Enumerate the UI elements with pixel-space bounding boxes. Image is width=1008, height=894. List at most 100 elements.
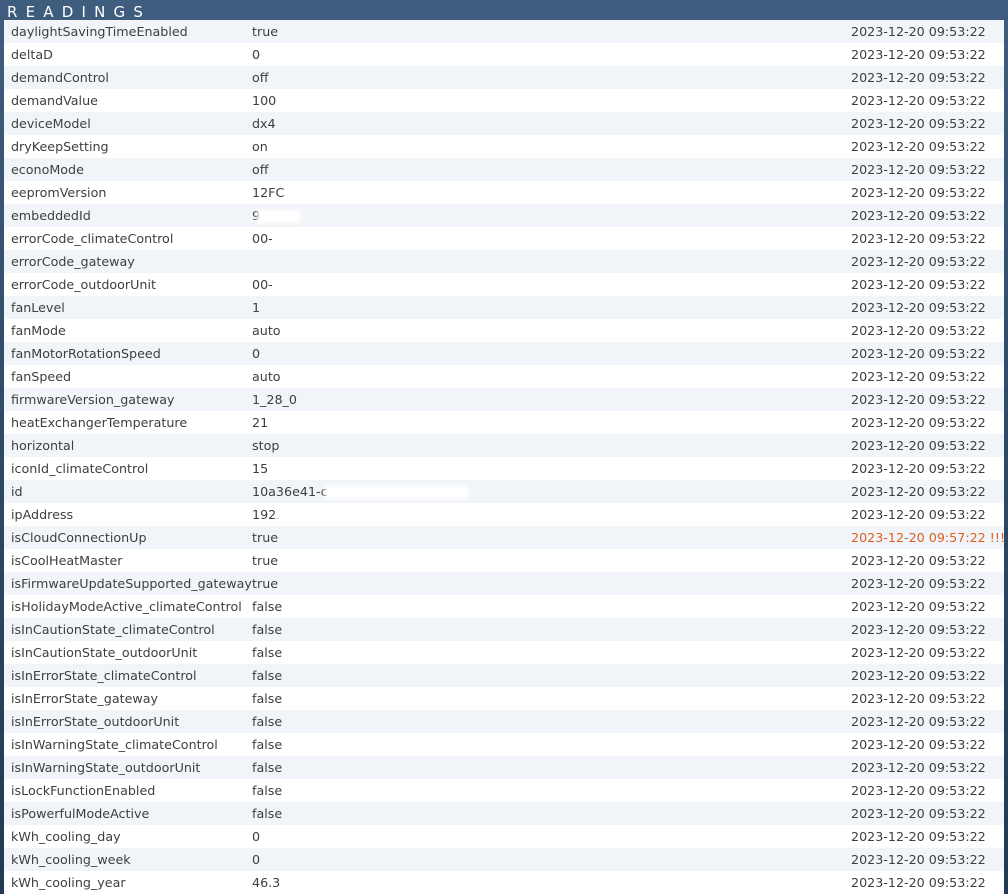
- reading-value-cell: dx4: [252, 112, 851, 135]
- table-row: isInCautionState_climateControl false 2023…: [4, 618, 1004, 641]
- reading-value-cell: 9: [252, 204, 851, 227]
- table-row: isPowerfulModeActive false 2023-12-20 09:5…: [4, 802, 1004, 825]
- reading-value-cell: 00-: [252, 227, 851, 250]
- table-row: id 10a36e41-c 2023-12-20 09:53:22: [4, 480, 1004, 503]
- reading-timestamp: 2023-12-20 09:53:22: [851, 710, 1004, 733]
- reading-value: false: [252, 645, 283, 660]
- reading-name: kWh_cooling_week: [4, 848, 252, 871]
- reading-timestamp: 2023-12-20 09:53:22: [851, 779, 1004, 802]
- reading-value-cell: 0: [252, 342, 851, 365]
- reading-value-cell: false: [252, 779, 851, 802]
- reading-timestamp: 2023-12-20 09:53:22: [851, 112, 1004, 135]
- reading-value-cell: 100: [252, 89, 851, 112]
- table-row: errorCode_outdoorUnit 00- 2023-12-20 09:53…: [4, 273, 1004, 296]
- reading-value: 46.3: [252, 875, 281, 890]
- reading-value: true: [252, 24, 279, 39]
- table-row: deltaD 0 2023-12-20 09:53:22: [4, 43, 1004, 66]
- table-row: isInCautionState_outdoorUnit false 2023-12…: [4, 641, 1004, 664]
- reading-timestamp: 2023-12-20 09:53:22: [851, 250, 1004, 273]
- reading-timestamp: 2023-12-20 09:53:22: [851, 135, 1004, 158]
- reading-timestamp: 2023-12-20 09:53:22: [851, 43, 1004, 66]
- reading-value: false: [252, 691, 283, 706]
- table-row: demandControl off 2023-12-20 09:53:22: [4, 66, 1004, 89]
- table-row: embeddedId 9 2023-12-20 09:53:22: [4, 204, 1004, 227]
- reading-timestamp: 2023-12-20 09:53:22: [851, 641, 1004, 664]
- table-row: isInErrorState_outdoorUnit false 2023-12-2…: [4, 710, 1004, 733]
- reading-name: errorCode_climateControl: [4, 227, 252, 250]
- reading-timestamp: 2023-12-20 09:53:22: [851, 89, 1004, 112]
- reading-value-cell: on: [252, 135, 851, 158]
- reading-timestamp: 2023-12-20 09:53:22: [851, 273, 1004, 296]
- reading-name: fanLevel: [4, 296, 252, 319]
- reading-timestamp-warning: 2023-12-20 09:57:22 !!!: [851, 526, 1004, 549]
- reading-value-cell: false: [252, 802, 851, 825]
- reading-name: eepromVersion: [4, 181, 252, 204]
- reading-value-cell: 21: [252, 411, 851, 434]
- reading-name: isInWarningState_outdoorUnit: [4, 756, 252, 779]
- reading-name: heatExchangerTemperature: [4, 411, 252, 434]
- reading-name: demandValue: [4, 89, 252, 112]
- table-row: kWh_cooling_day 0 2023-12-20 09:53:22: [4, 825, 1004, 848]
- reading-timestamp: 2023-12-20 09:53:22: [851, 756, 1004, 779]
- table-row: fanMode auto 2023-12-20 09:53:22: [4, 319, 1004, 342]
- reading-name: errorCode_gateway: [4, 250, 252, 273]
- reading-value: false: [252, 760, 283, 775]
- reading-value: dx4: [252, 116, 276, 131]
- reading-value-cell: false: [252, 733, 851, 756]
- reading-value-cell: off: [252, 66, 851, 89]
- reading-value-cell: false: [252, 710, 851, 733]
- reading-timestamp: 2023-12-20 09:53:22: [851, 664, 1004, 687]
- readings-panel: Readings daylightSavingTimeEnabled true 20…: [0, 0, 1008, 894]
- table-row: econoMode off 2023-12-20 09:53:22: [4, 158, 1004, 181]
- table-row: isInWarningState_outdoorUnit false 2023-12…: [4, 756, 1004, 779]
- reading-value-cell: true: [252, 549, 851, 572]
- reading-timestamp: 2023-12-20 09:53:22: [851, 296, 1004, 319]
- table-row: isInErrorState_climateControl false 2023-1…: [4, 664, 1004, 687]
- reading-timestamp: 2023-12-20 09:53:22: [851, 319, 1004, 342]
- reading-value-cell: 0: [252, 825, 851, 848]
- reading-timestamp: 2023-12-20 09:53:22: [851, 66, 1004, 89]
- reading-name: dryKeepSetting: [4, 135, 252, 158]
- readings-header: Readings: [0, 0, 1008, 21]
- reading-name: isPowerfulModeActive: [4, 802, 252, 825]
- reading-value: 00-: [252, 277, 273, 292]
- reading-value-cell: 00-: [252, 273, 851, 296]
- reading-name: id: [4, 480, 252, 503]
- reading-value-cell: 15: [252, 457, 851, 480]
- reading-name: isInErrorState_gateway: [4, 687, 252, 710]
- reading-value: 100: [252, 93, 277, 108]
- table-row: deviceModel dx4 2023-12-20 09:53:22: [4, 112, 1004, 135]
- table-row: errorCode_gateway 2023-12-20 09:53:22: [4, 250, 1004, 273]
- reading-value: true: [252, 576, 279, 591]
- reading-name: iconId_climateControl: [4, 457, 252, 480]
- reading-value: true: [252, 530, 279, 545]
- reading-value: false: [252, 714, 283, 729]
- reading-name: isInCautionState_outdoorUnit: [4, 641, 252, 664]
- table-row: isLockFunctionEnabled false 2023-12-20 09:…: [4, 779, 1004, 802]
- reading-timestamp: 2023-12-20 09:53:22: [851, 733, 1004, 756]
- reading-timestamp: 2023-12-20 09:53:22: [851, 802, 1004, 825]
- reading-value: false: [252, 599, 283, 614]
- table-row: isInWarningState_climateControl false 2023…: [4, 733, 1004, 756]
- reading-timestamp: 2023-12-20 09:53:22: [851, 572, 1004, 595]
- reading-name: isInCautionState_climateControl: [4, 618, 252, 641]
- reading-value-cell: off: [252, 158, 851, 181]
- reading-value-cell: true: [252, 20, 851, 43]
- reading-timestamp: 2023-12-20 09:53:22: [851, 181, 1004, 204]
- table-row: kWh_cooling_week 0 2023-12-20 09:53:22: [4, 848, 1004, 871]
- reading-value: 0: [252, 829, 261, 844]
- reading-value-cell: 1_28_0: [252, 388, 851, 411]
- reading-value: 0: [252, 346, 261, 361]
- table-row: firmwareVersion_gateway 1_28_0 2023-12-20 …: [4, 388, 1004, 411]
- reading-timestamp: 2023-12-20 09:53:22: [851, 618, 1004, 641]
- reading-value: 0: [252, 47, 261, 62]
- table-row: demandValue 100 2023-12-20 09:53:22: [4, 89, 1004, 112]
- reading-name: isInWarningState_climateControl: [4, 733, 252, 756]
- reading-value-cell: [252, 250, 851, 273]
- table-row: isCloudConnectionUp true 2023-12-20 09:57:…: [4, 526, 1004, 549]
- reading-name: firmwareVersion_gateway: [4, 388, 252, 411]
- reading-timestamp: 2023-12-20 09:53:22: [851, 434, 1004, 457]
- reading-timestamp: 2023-12-20 09:53:22: [851, 204, 1004, 227]
- reading-name: embeddedId: [4, 204, 252, 227]
- reading-value: 1: [252, 300, 261, 315]
